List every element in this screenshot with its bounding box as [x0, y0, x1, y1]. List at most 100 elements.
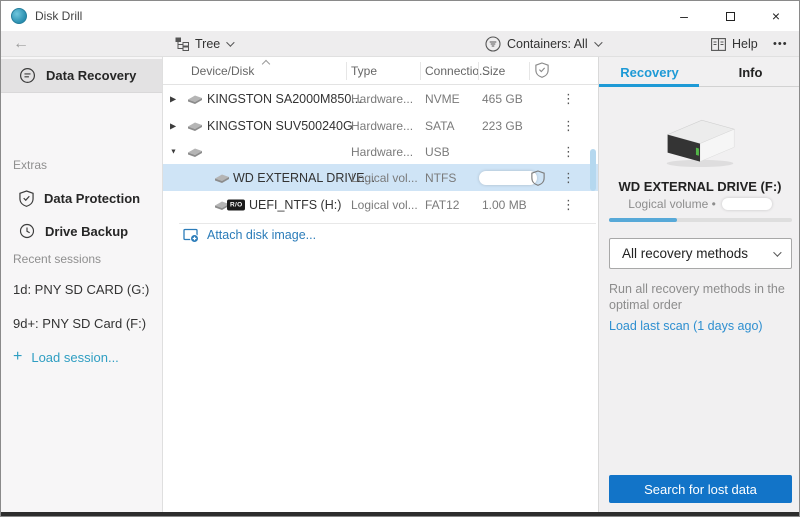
help-label: Help — [732, 37, 758, 51]
device-size: 465 GB — [482, 92, 523, 106]
device-connection: NVME — [425, 92, 460, 106]
tab-label: Info — [739, 65, 763, 80]
tab-info[interactable]: Info — [700, 57, 800, 87]
search-for-lost-data-button[interactable]: Search for lost data — [609, 475, 792, 503]
minimize-icon: – — [680, 8, 688, 24]
column-type[interactable]: Type — [351, 64, 377, 78]
tree-view-dropdown[interactable]: Tree — [175, 31, 232, 57]
sidebar-item-label: Data Recovery — [46, 68, 136, 83]
extras-heading: Extras — [13, 158, 47, 172]
minimize-button[interactable]: – — [661, 1, 707, 31]
recovery-panel: Recovery Info WD EXTERNAL DRIVE (F:) Log… — [598, 57, 800, 514]
close-button[interactable]: × — [753, 1, 799, 31]
containers-label: Containers: All — [507, 37, 588, 51]
column-device-disk[interactable]: Device/Disk — [191, 64, 254, 78]
scrollbar-thumb[interactable] — [590, 149, 596, 191]
table-row[interactable]: ▼ Hardware... USB ⋮ — [163, 139, 598, 164]
column-connection[interactable]: Connectio... — [425, 64, 489, 78]
disk-drill-window: Disk Drill – × ← Tree Containers: All — [0, 0, 800, 517]
device-type: Logical vol... — [351, 171, 418, 185]
redacted-size-pill — [479, 171, 537, 185]
load-last-scan-link[interactable]: Load last scan (1 days ago) — [609, 319, 763, 333]
expand-icon[interactable]: ▶ — [170, 94, 176, 103]
help-icon — [711, 38, 726, 51]
maximize-button[interactable] — [707, 1, 753, 31]
row-menu-icon[interactable]: ⋮ — [562, 144, 574, 160]
sidebar: Data Recovery Extras Data Protection Dri… — [1, 57, 163, 514]
device-type: Hardware... — [351, 145, 413, 159]
more-icon: ••• — [773, 38, 788, 50]
expand-icon[interactable]: ▶ — [170, 121, 176, 130]
shield-check-column-icon — [535, 62, 549, 78]
device-type: Hardware... — [351, 119, 413, 133]
chevron-down-icon — [226, 38, 234, 46]
divider — [179, 223, 596, 224]
progress-fill — [609, 218, 677, 222]
device-connection: FAT12 — [425, 198, 459, 212]
table-row[interactable]: ▶ KINGSTON SUV500240G Hardware... SATA 2… — [163, 112, 598, 139]
app-icon — [11, 8, 27, 24]
collapse-icon[interactable]: ▼ — [170, 148, 177, 155]
device-name: KINGSTON SUV500240G — [207, 119, 353, 133]
session-item-2[interactable]: 9d+: PNY SD Card (F:) — [13, 316, 146, 331]
attach-disk-image-link[interactable]: Attach disk image... — [183, 227, 316, 243]
session-item-1[interactable]: 1d: PNY SD CARD (G:) — [13, 282, 149, 297]
disk-icon — [186, 93, 204, 104]
device-table: Device/Disk Type Connectio... Size ▶ KIN… — [163, 57, 598, 514]
sidebar-item-data-protection[interactable]: Data Protection — [1, 182, 162, 214]
taskbar-edge — [1, 512, 799, 516]
maximize-icon — [726, 12, 735, 21]
plus-icon: + — [13, 348, 22, 366]
data-recovery-icon — [19, 67, 36, 84]
disk-icon — [186, 120, 204, 131]
sidebar-item-drive-backup[interactable]: Drive Backup — [1, 215, 162, 247]
more-options-button[interactable]: ••• — [773, 31, 788, 57]
device-size: 1.00 MB — [482, 198, 527, 212]
drive-subtitle: Logical volume • — [628, 197, 716, 211]
history-clock-icon — [19, 223, 35, 239]
device-connection: NTFS — [425, 171, 456, 185]
titlebar: Disk Drill – × — [1, 1, 799, 31]
close-icon: × — [772, 8, 780, 24]
row-menu-icon[interactable]: ⋮ — [562, 197, 574, 213]
table-row[interactable]: ▶ KINGSTON SA2000M850... Hardware... NVM… — [163, 85, 598, 112]
disk-icon — [186, 146, 204, 157]
row-menu-icon[interactable]: ⋮ — [562, 170, 574, 186]
tree-label: Tree — [195, 37, 220, 51]
recent-sessions-heading: Recent sessions — [13, 252, 101, 266]
row-menu-icon[interactable]: ⋮ — [562, 118, 574, 134]
external-drive-illustration — [655, 109, 745, 171]
device-name: KINGSTON SA2000M850... — [207, 92, 362, 106]
shield-icon[interactable] — [531, 170, 545, 186]
sidebar-item-label: Data Protection — [44, 191, 140, 206]
recovery-method-dropdown[interactable]: All recovery methods — [609, 238, 792, 269]
help-button[interactable]: Help — [711, 31, 758, 57]
recovery-method-description: Run all recovery methods in the optimal … — [609, 281, 790, 314]
chevron-down-icon — [773, 248, 781, 256]
row-menu-icon[interactable]: ⋮ — [562, 91, 574, 107]
chevron-down-icon — [594, 38, 602, 46]
shield-check-icon — [19, 190, 34, 207]
load-session-button[interactable]: + Load session... — [13, 348, 119, 366]
device-type: Logical vol... — [351, 198, 418, 212]
redacted-size-pill — [722, 198, 772, 210]
attach-disk-icon — [183, 227, 199, 243]
device-connection: SATA — [425, 119, 455, 133]
disk-icon — [213, 172, 231, 183]
tab-label: Recovery — [620, 65, 679, 80]
attach-disk-image-label: Attach disk image... — [207, 228, 316, 242]
sidebar-item-label: Drive Backup — [45, 224, 128, 239]
back-button[interactable]: ← — [13, 31, 29, 56]
table-row-selected[interactable]: WD EXTERNAL DRIVE... Logical vol... NTFS… — [163, 164, 598, 191]
table-row[interactable]: R/O UEFI_NTFS (H:) Logical vol... FAT12 … — [163, 191, 598, 219]
load-session-label: Load session... — [31, 350, 118, 365]
containers-filter-dropdown[interactable]: Containers: All — [485, 31, 600, 57]
column-size[interactable]: Size — [482, 64, 505, 78]
read-only-badge: R/O — [227, 200, 245, 211]
tab-recovery[interactable]: Recovery — [599, 57, 700, 87]
device-connection: USB — [425, 145, 450, 159]
table-header: Device/Disk Type Connectio... Size — [163, 57, 598, 85]
panel-tabs: Recovery Info — [599, 57, 800, 87]
recovery-method-value: All recovery methods — [622, 246, 748, 261]
sidebar-item-data-recovery[interactable]: Data Recovery — [1, 59, 162, 93]
